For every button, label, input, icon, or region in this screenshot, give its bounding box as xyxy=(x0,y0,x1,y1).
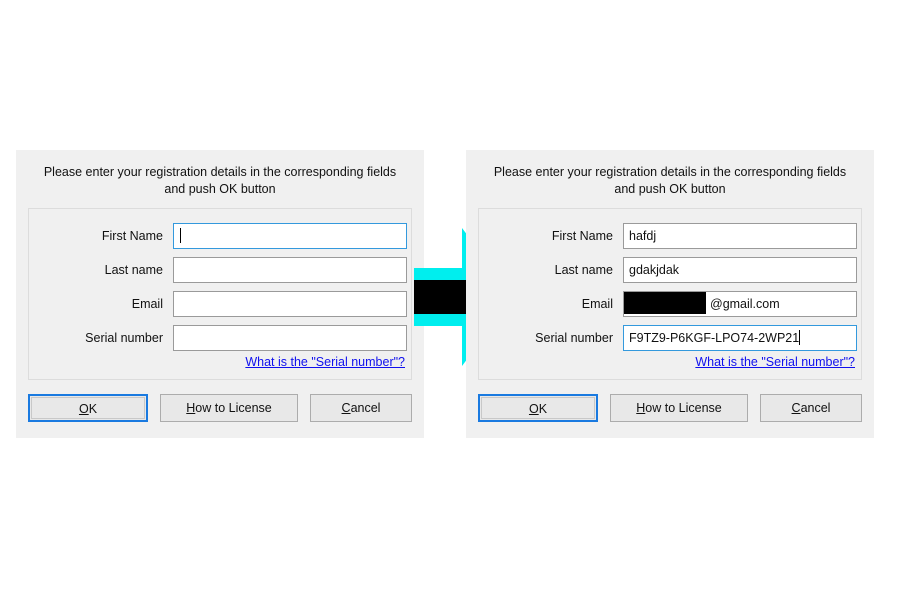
field-row-first-name: First Name hafdj xyxy=(479,223,863,249)
field-row-first-name: First Name xyxy=(29,223,413,249)
serial-number-input[interactable]: F9TZ9-P6KGF-LPO74-2WP21 xyxy=(623,325,857,351)
button-bar: OK How to License Cancel xyxy=(28,394,412,424)
first-name-input[interactable]: hafdj xyxy=(623,223,857,249)
button-bar: OK How to License Cancel xyxy=(478,394,862,424)
field-label-first-name: First Name xyxy=(551,229,613,243)
cancel-button[interactable]: Cancel xyxy=(760,394,862,422)
field-row-serial-number: Serial number F9TZ9-P6KGF-LPO74-2WP21 xyxy=(479,325,863,351)
field-label-email: Email xyxy=(131,297,163,311)
email-input[interactable] xyxy=(173,291,407,317)
ok-button-accel: O xyxy=(528,402,539,416)
cancel-label-rest: ancel xyxy=(350,401,381,415)
cancel-accel: C xyxy=(341,401,351,415)
email-redaction-bar xyxy=(624,292,706,314)
field-label-serial-number: Serial number xyxy=(535,331,613,345)
ok-button-label-rest: K xyxy=(88,402,98,416)
field-row-serial-number: Serial number xyxy=(29,325,413,351)
field-label-last-name: Last name xyxy=(104,263,163,277)
cancel-accel: C xyxy=(791,401,801,415)
serial-number-input[interactable] xyxy=(173,325,407,351)
ok-button-label-rest: K xyxy=(538,402,548,416)
field-label-serial-number: Serial number xyxy=(85,331,163,345)
serial-number-value: F9TZ9-P6KGF-LPO74-2WP21 xyxy=(629,331,800,345)
last-name-value: gdakjdak xyxy=(629,263,680,277)
text-caret xyxy=(799,330,801,345)
instruction-text: Please enter your registration details i… xyxy=(43,165,397,196)
email-value: @gmail.com xyxy=(710,297,780,311)
registration-dialog-filled: Please enter your registration details i… xyxy=(466,150,874,438)
field-row-last-name: Last name gdakjdak xyxy=(479,257,863,283)
how-to-license-button[interactable]: How to License xyxy=(610,394,748,422)
how-to-license-button[interactable]: How to License xyxy=(160,394,298,422)
field-label-first-name: First Name xyxy=(101,229,163,243)
cancel-button[interactable]: Cancel xyxy=(310,394,412,422)
fields-group-box: First Name Last name Email Serial number… xyxy=(28,208,412,380)
field-label-email: Email xyxy=(581,297,613,311)
last-name-input[interactable] xyxy=(173,257,407,283)
screenshot-stage: Please enter your registration details i… xyxy=(0,0,900,600)
ok-button-accel: O xyxy=(78,402,89,416)
email-input[interactable]: @gmail.com xyxy=(623,291,857,317)
field-label-last-name: Last name xyxy=(554,263,613,277)
how-to-license-label-rest: ow to License xyxy=(195,401,272,415)
how-to-license-label-rest: ow to License xyxy=(645,401,722,415)
last-name-input[interactable]: gdakjdak xyxy=(623,257,857,283)
how-to-license-accel: H xyxy=(636,401,646,415)
instruction-text: Please enter your registration details i… xyxy=(493,165,847,196)
registration-dialog-empty: Please enter your registration details i… xyxy=(16,150,424,438)
field-row-last-name: Last name xyxy=(29,257,413,283)
serial-number-help-link[interactable]: What is the "Serial number"? xyxy=(245,355,405,369)
field-row-email: Email xyxy=(29,291,413,317)
cancel-label-rest: ancel xyxy=(800,401,831,415)
fields-group-box: First Name hafdj Last name gdakjdak Emai… xyxy=(478,208,862,380)
ok-button[interactable]: OK xyxy=(28,394,148,422)
first-name-input[interactable] xyxy=(173,223,407,249)
first-name-value: hafdj xyxy=(629,229,657,243)
text-caret xyxy=(180,228,181,243)
how-to-license-accel: H xyxy=(186,401,196,415)
serial-number-help-link[interactable]: What is the "Serial number"? xyxy=(695,355,855,369)
field-row-email: Email @gmail.com xyxy=(479,291,863,317)
ok-button[interactable]: OK xyxy=(478,394,598,422)
